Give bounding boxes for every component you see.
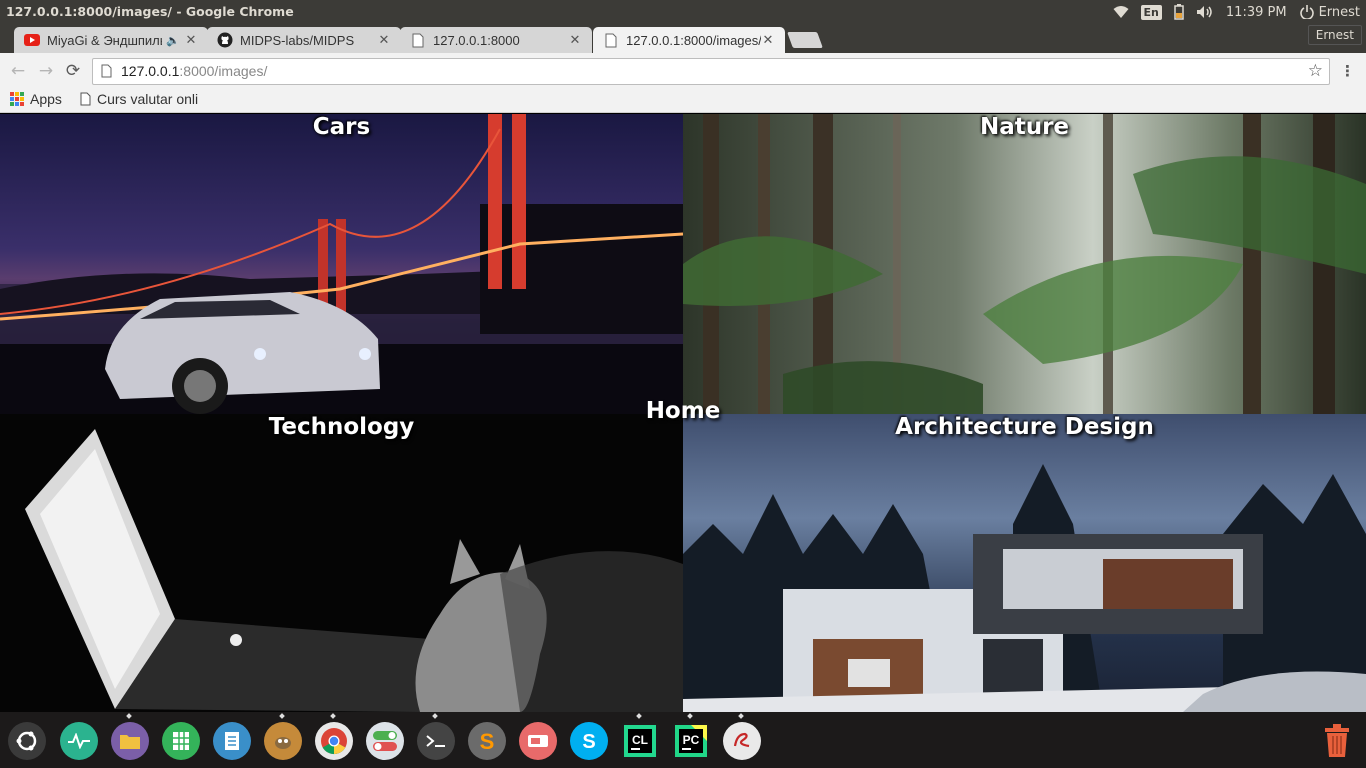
tile-title-architecture[interactable]: Architecture Design <box>683 414 1366 440</box>
close-icon[interactable]: ✕ <box>761 32 775 48</box>
tile-architecture[interactable]: Architecture Design <box>683 414 1366 712</box>
power-icon <box>1299 5 1314 19</box>
home-link[interactable]: Home <box>600 398 766 424</box>
technology-image <box>25 429 683 712</box>
tile-cars[interactable]: Cars <box>0 114 683 414</box>
window-title: 127.0.0.1:8000/images/ - Google Chrome <box>6 4 294 19</box>
documents-icon[interactable] <box>213 722 251 760</box>
bookmark-label: Curs valutar onli <box>97 91 199 107</box>
running-indicator <box>330 713 336 719</box>
battery-icon[interactable] <box>1174 4 1184 20</box>
bookmark-label: Apps <box>30 91 62 107</box>
close-icon[interactable]: ✕ <box>184 32 198 48</box>
tab-github[interactable]: MIDPS-labs/MIDPS ✕ <box>207 27 401 53</box>
recorder-icon[interactable] <box>519 722 557 760</box>
browser-toolbar: ← → ⟳ 127.0.0.1:8000/images/ ☆ ⋮ <box>0 53 1366 89</box>
pycharm-icon[interactable]: PC <box>672 722 710 760</box>
github-icon <box>217 32 233 48</box>
nature-image <box>683 114 1366 414</box>
settings-toggle-icon[interactable] <box>366 722 404 760</box>
clion-icon[interactable]: CL <box>621 722 659 760</box>
address-bar[interactable]: 127.0.0.1:8000/images/ ☆ <box>92 58 1330 85</box>
running-indicator <box>636 713 642 719</box>
clock[interactable]: 11:39 PM <box>1226 5 1287 20</box>
user-name: Ernest <box>1318 4 1360 20</box>
page-icon <box>410 32 426 48</box>
svg-text:CL: CL <box>632 733 648 747</box>
running-indicator <box>126 713 132 719</box>
close-icon[interactable]: ✕ <box>377 32 391 48</box>
skype-icon[interactable]: S <box>570 722 608 760</box>
menu-icon[interactable]: ⋮ <box>1340 62 1355 80</box>
close-icon[interactable]: ✕ <box>568 32 582 48</box>
tile-nature[interactable]: Nature <box>683 114 1366 414</box>
reload-icon[interactable]: ⟳ <box>63 61 83 81</box>
tab-images-active[interactable]: 127.0.0.1:8000/images/ ✕ <box>593 27 785 53</box>
url-host: 127.0.0.1 <box>121 63 180 79</box>
tile-title-nature[interactable]: Nature <box>683 114 1366 140</box>
files-icon[interactable] <box>111 722 149 760</box>
sublime-text-icon[interactable]: S <box>468 722 506 760</box>
apps-grid-icon <box>10 92 24 106</box>
user-menu[interactable]: Ernest <box>1299 5 1360 20</box>
tile-technology[interactable]: Technology <box>0 414 683 712</box>
wifi-icon[interactable] <box>1113 5 1129 19</box>
running-indicator <box>279 713 285 719</box>
bookmark-curs-valutar[interactable]: Curs valutar onli <box>80 91 215 107</box>
tab-title: 127.0.0.1:8000/images/ <box>626 32 761 48</box>
tab-title: MIDPS-labs/MIDPS <box>240 32 355 48</box>
system-top-bar: 127.0.0.1:8000/images/ - Google Chrome E… <box>0 0 1366 24</box>
tile-title-technology[interactable]: Technology <box>0 414 683 440</box>
svg-text:S: S <box>582 731 595 753</box>
gimp-icon[interactable] <box>264 722 302 760</box>
svg-text:PC: PC <box>683 733 700 747</box>
spreadsheet-icon[interactable] <box>162 722 200 760</box>
tab-title: MiyaGi & Эндшпиль <box>47 32 163 48</box>
tab-youtube[interactable]: MiyaGi & Эндшпиль 🔈 ✕ <box>14 27 208 53</box>
youtube-icon <box>24 32 40 48</box>
system-indicators: En 11:39 PM Ernest <box>1113 0 1360 24</box>
architecture-image <box>683 464 1366 712</box>
speaker-icon[interactable]: 🔈 <box>166 34 180 47</box>
running-indicator <box>687 713 693 719</box>
tab-title: 127.0.0.1:8000 <box>433 32 520 48</box>
ubuntu-dash-icon[interactable] <box>8 722 46 760</box>
url-path: :8000/images/ <box>179 63 268 79</box>
back-icon[interactable]: ← <box>8 61 28 81</box>
system-monitor-icon[interactable] <box>60 722 98 760</box>
tab-localhost[interactable]: 127.0.0.1:8000 ✕ <box>400 27 592 53</box>
user-tooltip: Ernest <box>1307 25 1362 45</box>
bookmark-star-icon[interactable]: ☆ <box>1308 61 1323 81</box>
bookmarks-bar: Apps Curs valutar onli <box>0 89 1366 113</box>
page-content: Cars Nature Technology Architecture Desi… <box>0 114 1366 712</box>
editor-icon[interactable] <box>723 722 761 760</box>
page-icon <box>603 32 619 48</box>
keyboard-layout-indicator[interactable]: En <box>1140 4 1162 20</box>
url-text: 127.0.0.1:8000/images/ <box>121 63 267 79</box>
trash-icon[interactable] <box>1322 724 1352 758</box>
volume-icon[interactable] <box>1196 5 1214 19</box>
running-indicator <box>432 713 438 719</box>
new-tab-button[interactable] <box>787 32 823 48</box>
tab-strip: MiyaGi & Эндшпиль 🔈 ✕ MIDPS-labs/MIDPS ✕… <box>0 24 1366 53</box>
cars-image <box>0 114 683 414</box>
chrome-icon[interactable] <box>315 722 353 760</box>
bookmark-apps[interactable]: Apps <box>10 91 62 107</box>
launcher-dock: S S CL PC <box>0 712 1366 768</box>
tile-title-cars[interactable]: Cars <box>0 114 683 140</box>
page-info-icon[interactable] <box>101 64 112 81</box>
page-icon <box>80 92 91 106</box>
forward-icon[interactable]: → <box>36 61 56 81</box>
terminal-icon[interactable] <box>417 722 455 760</box>
running-indicator <box>738 713 744 719</box>
svg-text:S: S <box>480 729 495 754</box>
